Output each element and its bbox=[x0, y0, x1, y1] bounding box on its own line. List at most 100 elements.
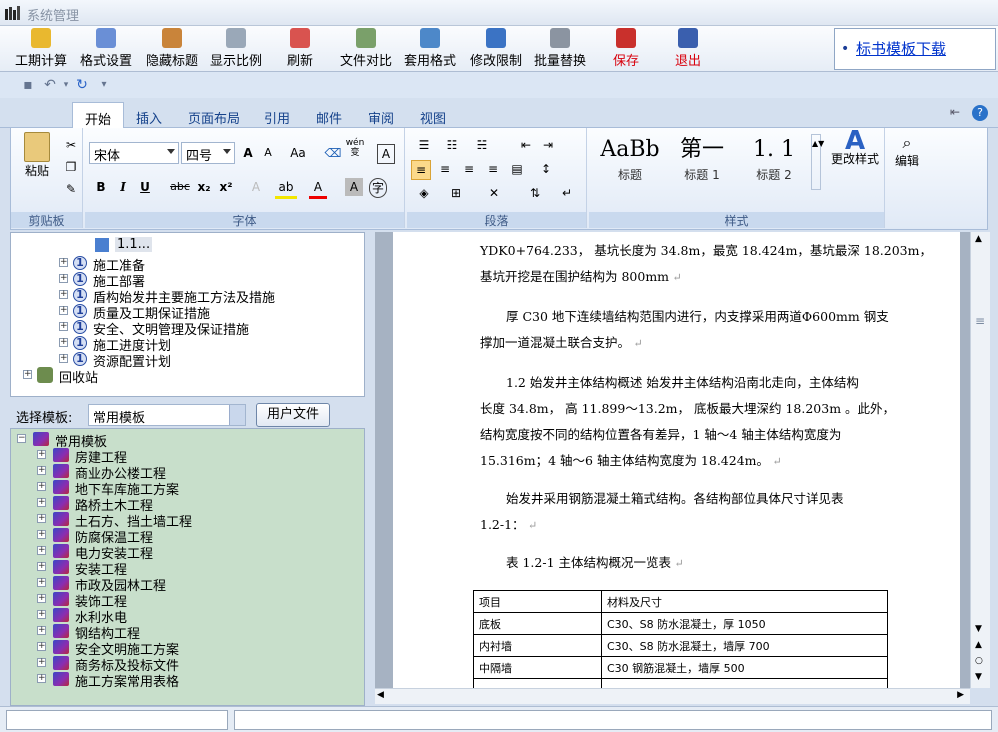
align-left-icon[interactable]: ≡ bbox=[411, 160, 431, 180]
change-styles-button[interactable]: A 更改样式 bbox=[827, 128, 883, 168]
shrink-font-icon[interactable]: A bbox=[259, 144, 277, 162]
edit-restrict-button[interactable]: 修改限制 bbox=[468, 28, 524, 70]
save-button[interactable]: 保存 bbox=[606, 28, 646, 70]
redo-icon[interactable]: ↻ bbox=[74, 77, 90, 93]
chinese-layout-icon[interactable]: ✕ bbox=[483, 184, 505, 202]
tab-home[interactable]: 开始 bbox=[72, 102, 125, 129]
edit-button[interactable]: ⌕ 编辑 bbox=[889, 134, 925, 170]
scroll-thumb[interactable]: ≡ bbox=[975, 314, 985, 328]
expand-icon[interactable]: + bbox=[37, 498, 46, 507]
expand-icon[interactable]: + bbox=[37, 626, 46, 635]
bold-icon[interactable]: B bbox=[93, 178, 109, 196]
tab-review[interactable]: 审阅 bbox=[356, 105, 406, 128]
expand-icon[interactable]: + bbox=[37, 562, 46, 571]
expand-icon[interactable]: + bbox=[59, 258, 68, 267]
distributed-icon[interactable]: ▤ bbox=[507, 160, 527, 178]
grow-font-icon[interactable]: A bbox=[239, 144, 257, 162]
prev-page-icon[interactable]: ▲ bbox=[975, 640, 982, 650]
expand-icon[interactable]: + bbox=[37, 450, 46, 459]
format-painter-icon[interactable]: ✎ bbox=[63, 180, 79, 198]
scroll-left-icon[interactable]: ◀ bbox=[377, 690, 384, 700]
undo-icon[interactable]: ↶ bbox=[42, 77, 58, 93]
styles-scroll[interactable]: ▲▼ bbox=[811, 134, 824, 190]
superscript-icon[interactable]: x² bbox=[217, 178, 235, 196]
scroll-up-icon[interactable]: ▲ bbox=[975, 234, 982, 244]
hide-title-button[interactable]: 隐藏标题 bbox=[144, 28, 200, 70]
change-case-button[interactable]: Aa bbox=[285, 144, 311, 162]
clear-format-icon[interactable]: ⌫ bbox=[323, 144, 343, 162]
font-color-icon[interactable]: A bbox=[309, 178, 327, 199]
underline-icon[interactable]: U bbox=[137, 178, 153, 196]
refresh-button[interactable]: 刷新 bbox=[278, 28, 322, 70]
highlight-icon[interactable]: ab bbox=[275, 178, 297, 199]
expand-icon[interactable]: + bbox=[59, 354, 68, 363]
tab-references[interactable]: 引用 bbox=[252, 105, 302, 128]
undo-dropdown-icon[interactable]: ▾ bbox=[58, 77, 74, 93]
show-marks-icon[interactable]: ↵ bbox=[557, 184, 577, 202]
line-spacing-icon[interactable]: ↕ bbox=[535, 160, 557, 178]
expand-icon[interactable]: + bbox=[37, 578, 46, 587]
expand-icon[interactable]: + bbox=[37, 466, 46, 475]
vertical-scrollbar[interactable]: ▲ ≡ ▼ ▲ ○ ▼ bbox=[970, 232, 990, 688]
format-settings-button[interactable]: 格式设置 bbox=[78, 28, 134, 70]
decrease-indent-icon[interactable]: ⇤ bbox=[517, 136, 535, 154]
tab-insert[interactable]: 插入 bbox=[124, 105, 174, 128]
schedule-calc-button[interactable]: 工期计算 bbox=[12, 28, 70, 70]
expand-icon[interactable]: + bbox=[37, 658, 46, 667]
style-title[interactable]: AaBb 标题 bbox=[595, 134, 665, 190]
expand-icon[interactable]: + bbox=[59, 322, 68, 331]
template-select[interactable]: 常用模板 bbox=[88, 404, 246, 426]
italic-icon[interactable]: I bbox=[115, 178, 131, 196]
expand-icon[interactable]: + bbox=[37, 546, 46, 555]
expand-icon[interactable]: + bbox=[37, 674, 46, 683]
enclose-char-icon[interactable]: 字 bbox=[369, 178, 387, 198]
template-download-link[interactable]: 标书模板下载 bbox=[856, 38, 946, 59]
style-heading-1[interactable]: 第一 标题 1 bbox=[667, 134, 737, 190]
tab-page-layout[interactable]: 页面布局 bbox=[176, 105, 252, 128]
paste-button[interactable]: 粘贴 bbox=[17, 132, 57, 192]
cut-icon[interactable]: ✂ bbox=[63, 136, 79, 154]
expand-icon[interactable]: + bbox=[59, 274, 68, 283]
save-icon[interactable]: ▪ bbox=[20, 77, 36, 93]
style-heading-2[interactable]: 1. 1 标题 2 bbox=[739, 134, 809, 190]
document-outline-tree[interactable]: 1.1... +1 施工准备 +1 施工部署 +1 盾构始发井主要施工方法及措施 +1 质量及… bbox=[10, 232, 365, 397]
expand-icon[interactable]: + bbox=[59, 306, 68, 315]
char-shading-icon[interactable]: A bbox=[345, 178, 363, 196]
chevron-down-icon[interactable] bbox=[229, 405, 245, 425]
expand-icon[interactable]: + bbox=[59, 338, 68, 347]
next-page-icon[interactable]: ▼ bbox=[975, 672, 982, 682]
multilevel-list-icon[interactable]: ☵ bbox=[471, 136, 493, 154]
shading-icon[interactable]: ◈ bbox=[413, 184, 435, 202]
user-file-button[interactable]: 用户文件 bbox=[256, 403, 330, 427]
expand-icon[interactable]: + bbox=[59, 290, 68, 299]
scroll-right-icon[interactable]: ▶ bbox=[957, 690, 964, 700]
expand-icon[interactable]: + bbox=[37, 482, 46, 491]
bullets-icon[interactable]: ☰ bbox=[413, 136, 435, 154]
batch-replace-button[interactable]: 批量替换 bbox=[532, 28, 588, 70]
increase-indent-icon[interactable]: ⇥ bbox=[539, 136, 557, 154]
expand-icon[interactable]: + bbox=[37, 514, 46, 523]
pin-icon[interactable]: ⇤ bbox=[950, 105, 966, 121]
char-border-icon[interactable]: A bbox=[377, 144, 395, 164]
tab-mailings[interactable]: 邮件 bbox=[304, 105, 354, 128]
justify-icon[interactable]: ≡ bbox=[483, 160, 503, 178]
font-size-select[interactable]: 四号 bbox=[181, 142, 235, 164]
sort-icon[interactable]: ⇅ bbox=[525, 184, 545, 202]
text-effect-icon[interactable]: A bbox=[247, 178, 265, 196]
help-icon[interactable]: ? bbox=[972, 105, 988, 121]
subscript-icon[interactable]: x₂ bbox=[195, 178, 213, 196]
scroll-down-icon[interactable]: ▼ bbox=[975, 624, 982, 634]
exit-button[interactable]: 退出 bbox=[668, 28, 708, 70]
phonetic-guide-button[interactable]: wén 变 bbox=[345, 138, 365, 158]
copy-icon[interactable]: ❐ bbox=[63, 158, 79, 176]
font-name-select[interactable]: 宋体 bbox=[89, 142, 179, 164]
tab-view[interactable]: 视图 bbox=[408, 105, 458, 128]
numbering-icon[interactable]: ☷ bbox=[441, 136, 463, 154]
horizontal-scrollbar[interactable]: ◀ ▶ bbox=[375, 688, 970, 704]
align-right-icon[interactable]: ≡ bbox=[459, 160, 479, 178]
expand-icon[interactable]: + bbox=[37, 610, 46, 619]
zoom-ratio-button[interactable]: 显示比例 bbox=[208, 28, 264, 70]
expand-icon[interactable]: + bbox=[37, 594, 46, 603]
apply-format-button[interactable]: 套用格式 bbox=[402, 28, 458, 70]
browse-object-icon[interactable]: ○ bbox=[975, 656, 983, 666]
